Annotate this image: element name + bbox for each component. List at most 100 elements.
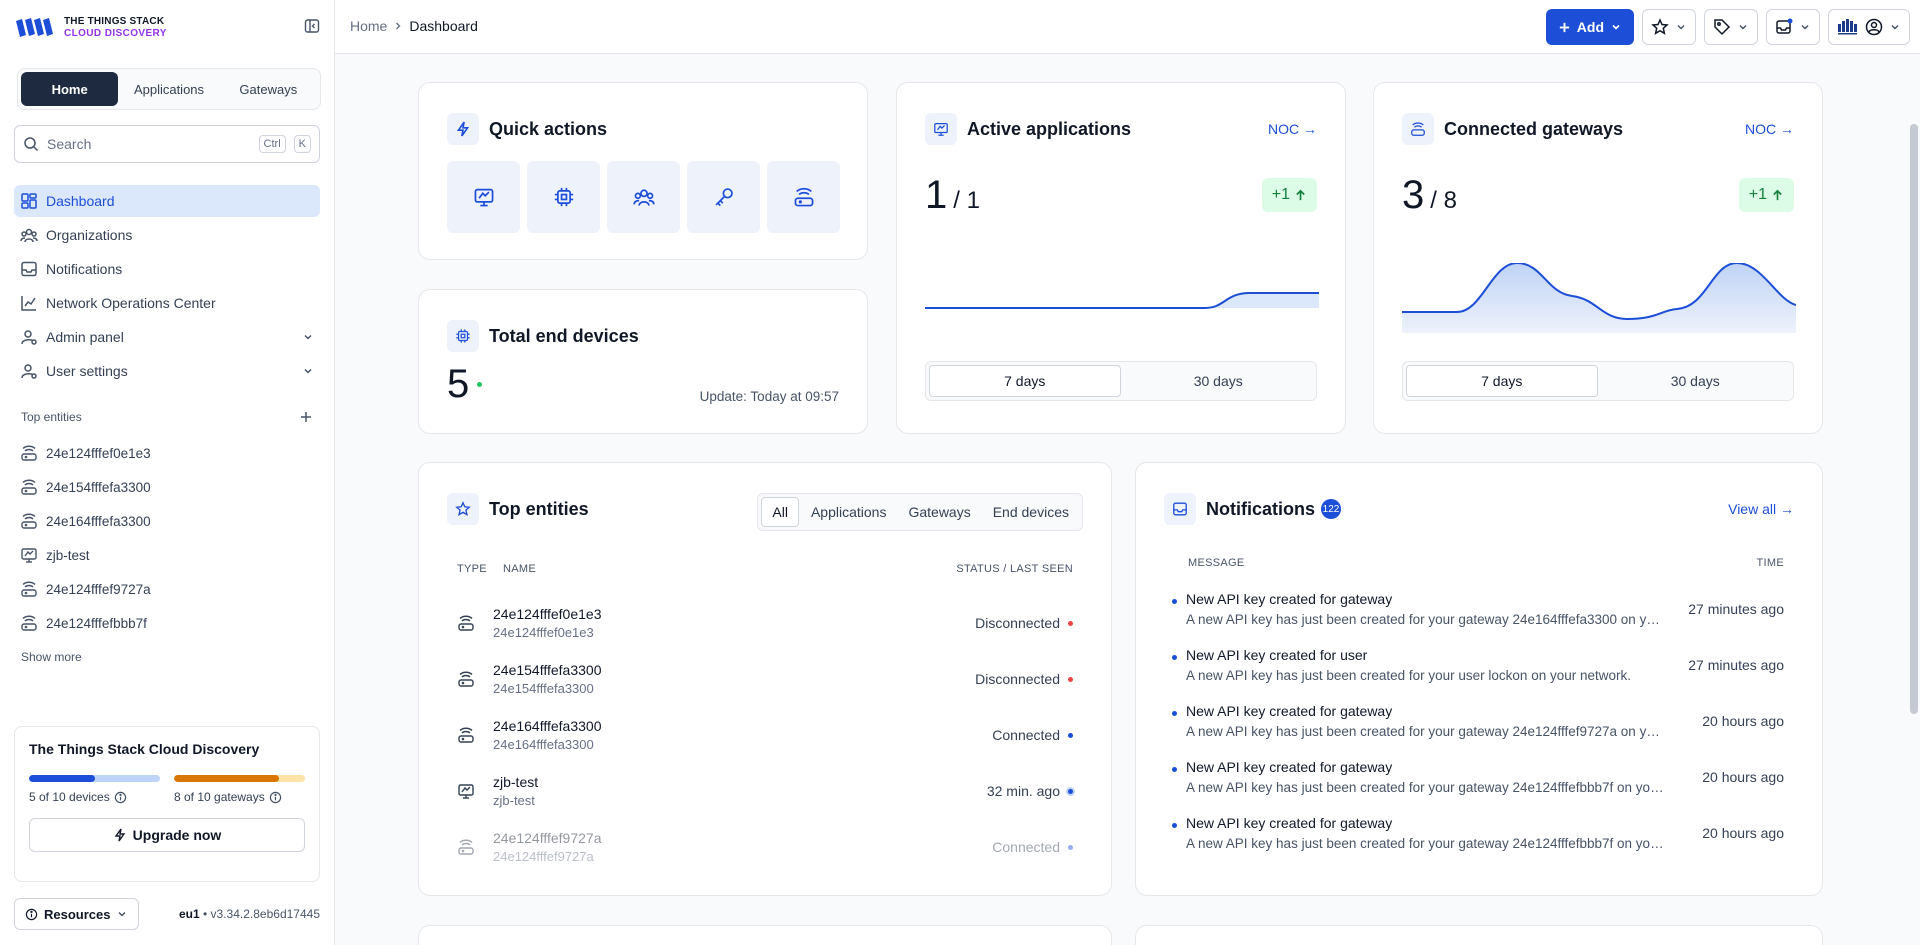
table-row[interactable]: 24e154fffefa3300 24e154fffefa3300 Disconn… bbox=[447, 651, 1073, 707]
devices-usage-label: 5 of 10 devices bbox=[29, 790, 110, 804]
range-30-days[interactable]: 30 days bbox=[1601, 365, 1791, 397]
switcher-home[interactable]: Home bbox=[21, 72, 119, 106]
range-7-days[interactable]: 7 days bbox=[1406, 365, 1598, 397]
add-application-button[interactable] bbox=[447, 161, 520, 233]
total-devices-title: Total end devices bbox=[489, 325, 639, 346]
info-icon[interactable] bbox=[114, 791, 127, 804]
notification-item[interactable]: New API key created for gateway A new API… bbox=[1172, 703, 1784, 759]
table-row[interactable]: 24e124fffef0e1e3 24e124fffef0e1e3 Disconn… bbox=[447, 595, 1073, 651]
device-icon bbox=[447, 320, 479, 352]
filter-applications[interactable]: Applications bbox=[801, 497, 897, 527]
add-label: Add bbox=[1576, 19, 1604, 35]
device-icon bbox=[554, 187, 573, 207]
upgrade-button[interactable]: Upgrade now bbox=[29, 818, 305, 852]
nav-organizations-label: Organizations bbox=[46, 227, 133, 243]
applications-range-toggle: 7 days 30 days bbox=[925, 361, 1317, 401]
filter-end-devices[interactable]: End devices bbox=[983, 497, 1079, 527]
nav-admin-panel[interactable]: Admin panel bbox=[14, 321, 320, 353]
add-button[interactable]: Add bbox=[1545, 9, 1634, 45]
gateway-icon bbox=[21, 445, 37, 461]
table-row[interactable]: 24e124fffef9727a 24e124fffef9727a Connect… bbox=[447, 819, 1073, 875]
switcher-applications[interactable]: Applications bbox=[120, 72, 217, 106]
delta-badge: +1 bbox=[1738, 178, 1794, 212]
scrollbar-thumb[interactable] bbox=[1910, 124, 1918, 714]
active-applications-title: Active applications bbox=[967, 118, 1132, 139]
gateways-usage-fill bbox=[174, 775, 279, 782]
top-entity-label: 24e124fffef9727a bbox=[46, 581, 151, 597]
notification-item[interactable]: New API key created for gateway A new API… bbox=[1172, 815, 1784, 871]
nav-noc[interactable]: Network Operations Center bbox=[14, 287, 320, 319]
gateways-usage-label: 8 of 10 gateways bbox=[174, 790, 265, 804]
add-organization-button[interactable] bbox=[607, 161, 680, 233]
gateway-icon bbox=[21, 479, 37, 495]
bookmarks-button[interactable] bbox=[1642, 9, 1696, 45]
top-entity-item[interactable]: zjb-test bbox=[14, 538, 320, 572]
plus-icon[interactable] bbox=[299, 410, 313, 424]
top-entity-item[interactable]: 24e154fffefa3300 bbox=[14, 470, 320, 504]
filter-all[interactable]: All bbox=[761, 497, 799, 527]
application-icon bbox=[925, 113, 957, 145]
total-devices-count: 5 bbox=[447, 362, 470, 406]
search-icon bbox=[24, 137, 39, 152]
entity-name: zjb-test bbox=[493, 774, 539, 790]
view-all-link[interactable]: View all → bbox=[1728, 501, 1794, 517]
notification-item[interactable]: New API key created for gateway A new API… bbox=[1172, 591, 1784, 647]
top-entity-item[interactable]: 24e124fffef9727a bbox=[14, 572, 320, 606]
top-entity-item[interactable]: 24e164fffefa3300 bbox=[14, 504, 320, 538]
search-input[interactable] bbox=[47, 136, 247, 152]
filter-gateways[interactable]: Gateways bbox=[898, 497, 980, 527]
active-applications-total: / 1 bbox=[953, 187, 980, 214]
gateway-icon bbox=[21, 581, 37, 597]
delta-badge: +1 bbox=[1261, 178, 1317, 212]
organization-logo-icon bbox=[1838, 19, 1857, 35]
nav-notifications[interactable]: Notifications bbox=[14, 253, 320, 285]
notification-time: 20 hours ago bbox=[1702, 825, 1784, 841]
noc-link[interactable]: NOC → bbox=[1745, 121, 1794, 137]
notifications-button[interactable] bbox=[1766, 9, 1820, 45]
breadcrumb-home[interactable]: Home bbox=[350, 18, 387, 34]
entity-switcher: Home Applications Gateways bbox=[17, 68, 321, 110]
table-row[interactable]: 24e164fffefa3300 24e164fffefa3300 Connect… bbox=[447, 707, 1073, 763]
notifications-card: Notifications 122 View all → MESSAGE TIM… bbox=[1135, 462, 1823, 896]
chevron-down-icon bbox=[1612, 24, 1620, 30]
topbar-actions: Add bbox=[1545, 9, 1910, 45]
entity-name: 24e124fffef9727a bbox=[493, 830, 602, 846]
top-entity-label: 24e164fffefa3300 bbox=[46, 513, 151, 529]
notification-item[interactable]: New API key created for gateway A new API… bbox=[1172, 759, 1784, 815]
resources-button[interactable]: Resources bbox=[14, 898, 140, 930]
scrollbar-track[interactable] bbox=[1908, 54, 1920, 945]
range-30-days[interactable]: 30 days bbox=[1124, 365, 1314, 397]
add-end-device-button[interactable] bbox=[527, 161, 600, 233]
sidebar: THE THINGS STACK CLOUD DISCOVERY Home Ap… bbox=[0, 0, 335, 945]
show-more-link[interactable]: Show more bbox=[21, 650, 82, 664]
inbox-icon bbox=[21, 261, 37, 277]
info-icon[interactable] bbox=[269, 791, 282, 804]
top-entity-label: 24e124fffefbbb7f bbox=[46, 615, 147, 631]
nav-user-settings[interactable]: User settings bbox=[14, 355, 320, 387]
add-api-key-button[interactable] bbox=[687, 161, 760, 233]
nav-dashboard[interactable]: Dashboard bbox=[14, 185, 320, 217]
top-entity-item[interactable]: 24e124fffefbbb7f bbox=[14, 606, 320, 640]
tags-button[interactable] bbox=[1704, 9, 1758, 45]
notification-time: 27 minutes ago bbox=[1688, 601, 1784, 617]
admin-icon bbox=[21, 330, 37, 345]
sidebar-collapse-button[interactable] bbox=[304, 18, 324, 38]
noc-link[interactable]: NOC → bbox=[1268, 121, 1317, 137]
devices-usage-fill bbox=[29, 775, 95, 782]
switcher-gateways[interactable]: Gateways bbox=[220, 72, 317, 106]
logo[interactable]: THE THINGS STACK CLOUD DISCOVERY bbox=[14, 16, 167, 40]
profile-button[interactable] bbox=[1828, 9, 1910, 45]
plan-card: The Things Stack Cloud Discovery 5 of 10… bbox=[14, 726, 320, 882]
active-applications-value: 1 bbox=[925, 173, 948, 217]
range-7-days[interactable]: 7 days bbox=[929, 365, 1121, 397]
version-label: • v3.34.2.8eb6d17445 bbox=[203, 907, 320, 921]
table-row[interactable]: zjb-test zjb-test 32 min. ago bbox=[447, 763, 1073, 819]
notification-item[interactable]: New API key created for user A new API ke… bbox=[1172, 647, 1784, 703]
add-gateway-button[interactable] bbox=[767, 161, 840, 233]
notifications-title: Notifications bbox=[1206, 498, 1316, 519]
unread-dot bbox=[1172, 711, 1177, 716]
nav-organizations[interactable]: Organizations bbox=[14, 219, 320, 251]
notification-title: New API key created for user bbox=[1186, 647, 1368, 663]
top-entity-item[interactable]: 24e124fffef0e1e3 bbox=[14, 436, 320, 470]
entity-id: 24e164fffefa3300 bbox=[493, 737, 594, 752]
